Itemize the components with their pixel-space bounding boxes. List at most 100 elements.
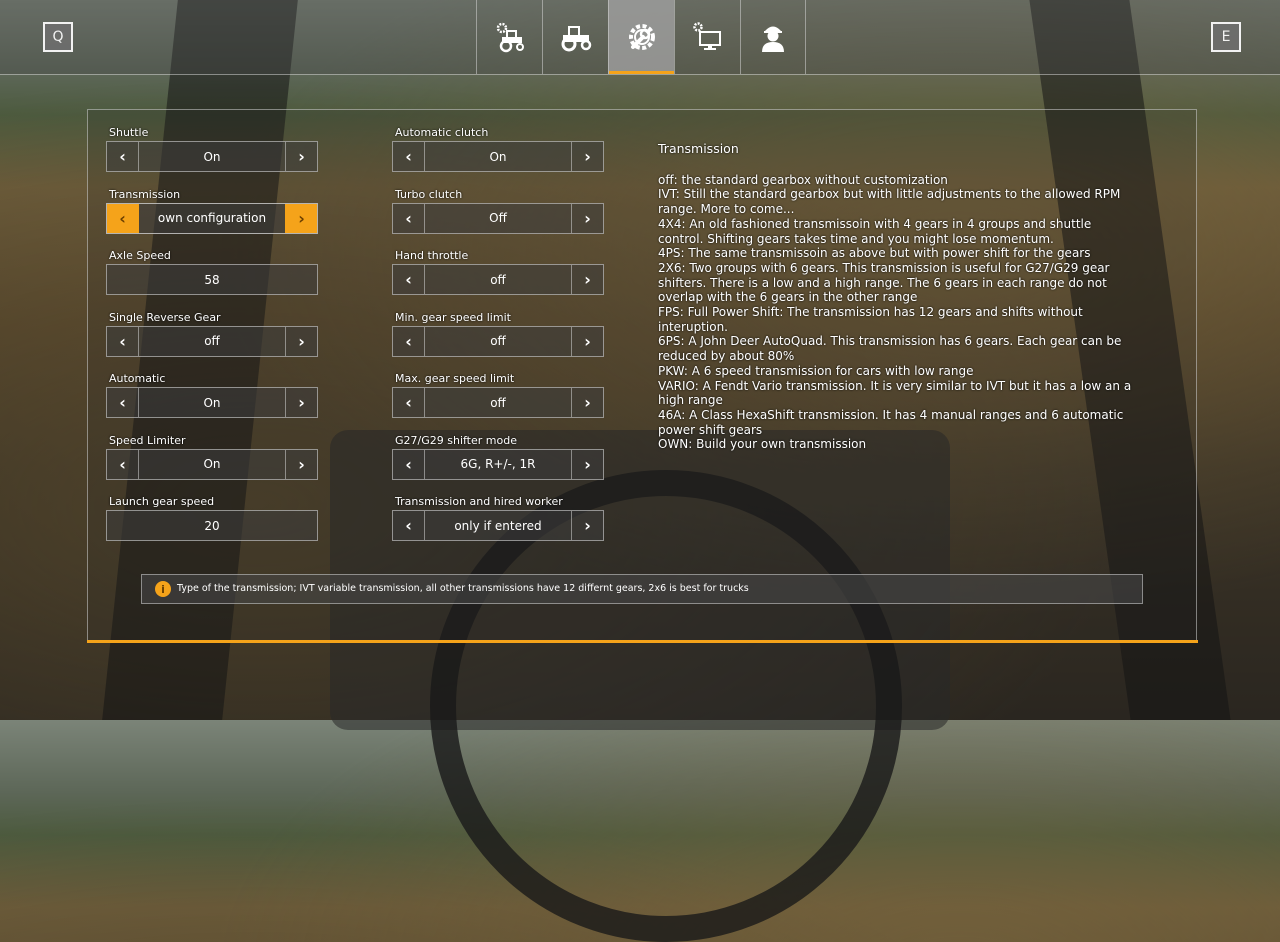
tab-worker[interactable] (740, 0, 806, 74)
option-selector[interactable]: ‹ On › (392, 141, 604, 172)
top-divider (0, 74, 1280, 75)
value-field[interactable]: 20 (106, 510, 318, 541)
chevron-right-icon[interactable]: › (571, 511, 603, 540)
help-line: 4X4: An old fashioned transmissoin with … (658, 216, 1092, 246)
tab-vehicles[interactable] (542, 0, 608, 74)
chevron-left-icon[interactable]: ‹ (393, 511, 425, 540)
tooltip-text: Type of the transmission; IVT variable t… (177, 582, 749, 594)
option-selector[interactable]: ‹ On › (106, 141, 318, 172)
option-selector[interactable]: ‹ Off › (392, 202, 604, 234)
option-selector[interactable]: ‹ off › (392, 264, 604, 295)
setting-shuttle: Shuttle ‹ On › (106, 125, 318, 172)
chevron-left-icon[interactable]: ‹ (107, 203, 139, 233)
help-line: IVT: Still the standard gearbox but with… (658, 187, 1121, 217)
option-selector[interactable]: ‹ On › (106, 448, 318, 480)
setting-value: off (490, 334, 506, 348)
setting-value: 58 (204, 272, 220, 287)
chevron-left-icon[interactable]: ‹ (393, 449, 425, 479)
setting-automatic: Automatic ‹ On › (106, 371, 318, 418)
option-selector[interactable]: ‹ only if entered › (392, 510, 604, 541)
option-selector[interactable]: ‹ own configuration › (106, 202, 318, 234)
setting-launch-gear-speed: Launch gear speed 20 (106, 494, 318, 541)
menu-tabs (476, 0, 806, 74)
chevron-left-icon[interactable]: ‹ (107, 142, 139, 171)
setting-min-gear-speed-limit: Min. gear speed limit ‹ off › (392, 310, 604, 357)
option-selector[interactable]: ‹ off › (106, 325, 318, 357)
option-selector[interactable]: ‹ 6G, R+/-, 1R › (392, 448, 604, 480)
chevron-left-icon[interactable]: ‹ (393, 265, 425, 294)
help-line: off: the standard gearbox without custom… (658, 172, 948, 187)
help-line: OWN: Build your own transmission (658, 437, 867, 452)
chevron-left-icon[interactable]: ‹ (393, 388, 425, 417)
chevron-right-icon[interactable]: › (285, 449, 317, 479)
setting-value: On (203, 395, 221, 410)
value-field[interactable]: 58 (106, 264, 318, 295)
setting-label: G27/G29 shifter mode (395, 433, 517, 447)
help-line: FPS: Full Power Shift: The transmission … (658, 305, 1083, 334)
chevron-right-icon[interactable]: › (571, 265, 603, 294)
option-selector[interactable]: ‹ On › (106, 387, 318, 418)
setting-value: 6G, R+/-, 1R (460, 457, 536, 471)
setting-g27-g29-shifter-mode: G27/G29 shifter mode ‹ 6G, R+/-, 1R › (392, 433, 604, 480)
help-line: PKW: A 6 speed transmission for cars wit… (658, 363, 974, 378)
chevron-right-icon[interactable]: › (285, 388, 317, 417)
display-settings-icon (692, 22, 721, 50)
help-line: 2X6: Two groups with 6 gears. This trans… (658, 260, 1110, 305)
setting-value: off (490, 395, 506, 410)
setting-value: off (490, 272, 506, 287)
setting-label: Max. gear speed limit (395, 372, 515, 385)
chevron-left-icon[interactable]: ‹ (107, 326, 139, 356)
chevron-left-icon[interactable]: ‹ (393, 142, 425, 171)
chevron-right-icon[interactable]: › (571, 203, 603, 233)
chevron-right-icon[interactable]: › (571, 388, 603, 417)
setting-label: Single Reverse Gear (109, 310, 221, 324)
setting-automatic-clutch: Automatic clutch ‹ On › (392, 125, 604, 172)
setting-transmission: Transmission ‹ own configuration › (106, 187, 318, 234)
chevron-right-icon[interactable]: › (571, 326, 603, 356)
setting-axle-speed: Axle Speed 58 (106, 248, 318, 295)
setting-label: Turbo clutch (395, 187, 463, 201)
option-selector[interactable]: ‹ off › (392, 387, 604, 418)
setting-label: Min. gear speed limit (395, 310, 511, 324)
setting-hand-throttle: Hand throttle ‹ off › (392, 248, 604, 295)
wrench-gear-icon (628, 24, 655, 50)
setting-max-gear-speed-limit: Max. gear speed limit ‹ off › (392, 371, 604, 418)
help-line: 6PS: A John Deer AutoQuad. This transmis… (658, 334, 1122, 364)
chevron-right-icon[interactable]: › (571, 449, 603, 479)
chevron-left-icon[interactable]: ‹ (107, 449, 139, 479)
chevron-left-icon[interactable]: ‹ (393, 326, 425, 356)
prev-page-key-button[interactable]: Q (43, 22, 73, 52)
setting-label: Automatic clutch (395, 126, 489, 139)
tab-display-settings[interactable] (674, 0, 740, 74)
tab-transmission-settings[interactable] (608, 0, 674, 74)
setting-label: Speed Limiter (109, 433, 186, 447)
setting-label: Launch gear speed (109, 495, 215, 508)
chevron-right-icon[interactable]: › (285, 326, 317, 356)
chevron-left-icon[interactable]: ‹ (107, 388, 139, 417)
setting-value: 20 (204, 518, 220, 533)
setting-single-reverse-gear: Single Reverse Gear ‹ off › (106, 310, 318, 357)
setting-value: Off (489, 211, 507, 225)
tooltip-bar: i Type of the transmission; IVT variable… (141, 574, 1143, 604)
option-selector[interactable]: ‹ off › (392, 325, 604, 357)
tab-vehicle-settings[interactable] (476, 0, 542, 74)
chevron-right-icon[interactable]: › (285, 142, 317, 171)
help-line: 4PS: The same transmissoin as above but … (658, 246, 1091, 261)
setting-value: only if entered (454, 518, 542, 533)
q-key-label: Q (52, 29, 64, 45)
setting-value: off (204, 334, 220, 348)
setting-label: Shuttle (109, 126, 149, 139)
setting-value: On (203, 457, 221, 471)
next-page-key-button[interactable]: E (1211, 22, 1241, 52)
setting-label: Transmission and hired worker (395, 495, 563, 508)
help-line: 46A: A Class HexaShift transmission. It … (658, 407, 1124, 437)
worker-icon (762, 26, 784, 52)
setting-speed-limiter: Speed Limiter ‹ On › (106, 433, 318, 480)
setting-transmission-and-hired-worker: Transmission and hired worker ‹ only if en… (392, 494, 604, 541)
tractor-icon (561, 26, 591, 52)
chevron-right-icon[interactable]: › (571, 142, 603, 171)
chevron-right-icon[interactable]: › (285, 203, 317, 233)
chevron-left-icon[interactable]: ‹ (393, 203, 425, 233)
setting-label: Axle Speed (109, 249, 171, 262)
setting-turbo-clutch: Turbo clutch ‹ Off › (392, 187, 604, 234)
